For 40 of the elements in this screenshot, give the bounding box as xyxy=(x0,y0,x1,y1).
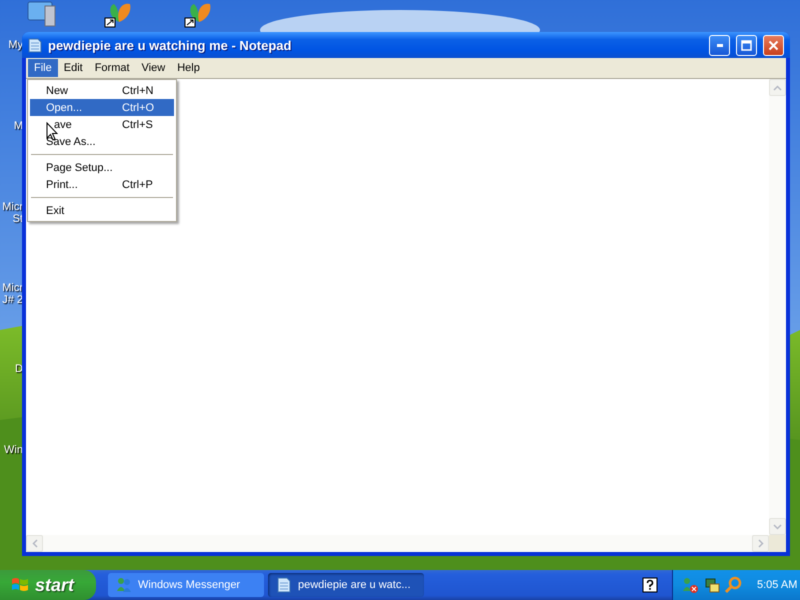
icon-label: My xyxy=(8,39,23,51)
maximize-button[interactable] xyxy=(736,34,757,56)
menu-item[interactable]: File xyxy=(28,59,58,77)
menu-entry[interactable]: Page Setup... xyxy=(30,159,174,176)
network-icon[interactable] xyxy=(703,576,721,594)
help-icon[interactable] xyxy=(642,577,658,593)
icon-label: D xyxy=(15,363,23,375)
people-icon xyxy=(116,577,132,593)
caret-up-icon xyxy=(773,84,782,90)
window-title: pewdiepie are u watching me - Notepad xyxy=(48,38,292,52)
icon-label: Micr xyxy=(2,282,23,294)
menu-item[interactable]: Edit xyxy=(58,59,89,77)
icon-label: Win xyxy=(4,444,23,456)
close-icon xyxy=(768,40,779,50)
maximize-icon xyxy=(741,40,752,50)
caret-right-icon xyxy=(758,539,764,548)
menu-item[interactable]: View xyxy=(136,59,172,77)
minimize-button[interactable] xyxy=(709,34,730,56)
menu-entry[interactable]: New Ctrl+N xyxy=(30,82,174,99)
caret-down-icon xyxy=(773,524,782,530)
menu-entry[interactable]: Open... Ctrl+O xyxy=(30,99,174,116)
menu-item[interactable]: Format xyxy=(88,59,136,77)
menu-item[interactable]: Help xyxy=(171,59,206,77)
scrollbar-corner xyxy=(769,535,786,552)
taskbar-button[interactable]: Windows Messenger xyxy=(108,573,264,597)
menu-entry[interactable]: Save As... xyxy=(30,133,174,150)
close-button[interactable] xyxy=(763,34,784,56)
caret-left-icon xyxy=(32,539,38,548)
notepad-icon xyxy=(276,577,292,593)
icon-label: Micr xyxy=(2,201,23,213)
menu-entry[interactable]: Print... Ctrl+P xyxy=(30,176,174,193)
menu-entry[interactable]: Exit xyxy=(30,202,174,219)
minimize-icon xyxy=(716,44,722,46)
icon-label: St xyxy=(12,213,23,225)
people-warning-icon[interactable] xyxy=(681,576,699,594)
menu-entry[interactable]: ave Ctrl+S xyxy=(30,116,174,133)
taskbar-button[interactable]: pewdiepie are u watc... xyxy=(268,573,424,597)
notepad-icon xyxy=(28,37,42,53)
icon-label: M xyxy=(14,120,23,132)
clock: 5:05 AM xyxy=(757,579,798,591)
